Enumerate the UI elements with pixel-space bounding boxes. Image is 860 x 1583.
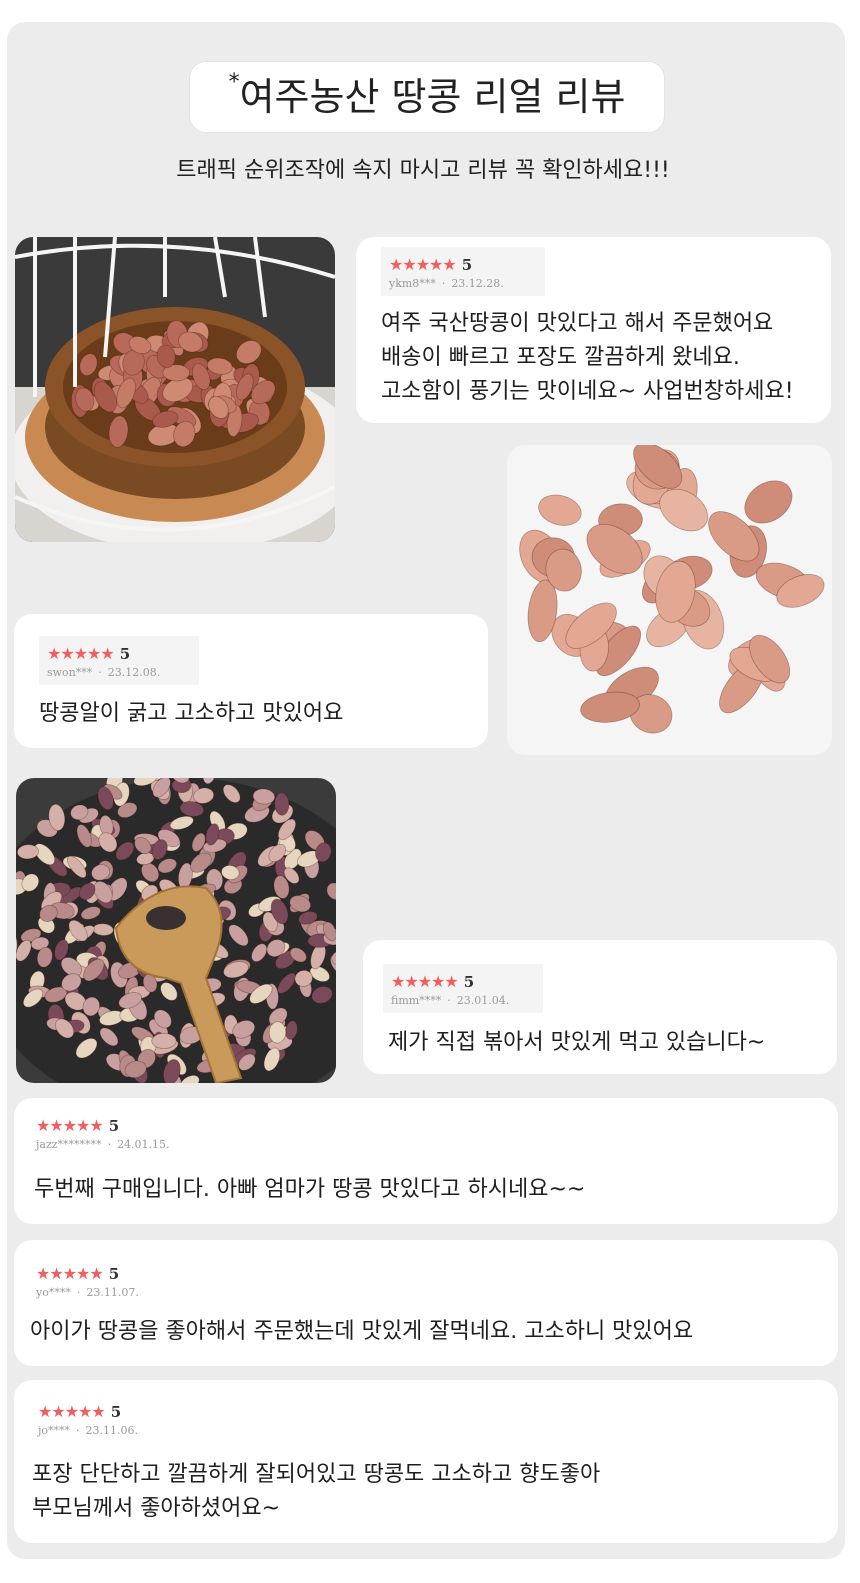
review-user: yo**** xyxy=(36,1286,71,1299)
review-date: 23.12.08. xyxy=(107,666,161,679)
page-title-box: *여주농산 땅콩 리얼 리뷰 xyxy=(190,62,664,132)
review-card: ★★★★★ 5 jazz******** · 24.01.15. 두번째 구매입니다.… xyxy=(14,1098,838,1224)
review-line: 두번째 구매입니다. 아빠 엄마가 땅콩 맛있다고 하시네요~~ xyxy=(34,1177,586,1202)
review-text: 포장 단단하고 깔끔하게 잘되어있고 땅콩도 고소하고 향도좋아 부모님께서 좋… xyxy=(32,1458,600,1526)
rating-block: ★★★★★ 5 ykm8*** · 23.12.28. xyxy=(381,247,545,296)
review-user: fimm**** xyxy=(391,994,442,1007)
raw-peanuts-white-bowl-photo xyxy=(507,445,832,755)
review-text: 제가 직접 볶아서 맛있게 먹고 있습니다~ xyxy=(388,1026,765,1060)
rating-score: 5 xyxy=(108,1117,120,1135)
review-user: swon*** xyxy=(47,666,93,679)
star-rating: ★★★★★ xyxy=(389,255,457,274)
rating-block: ★★★★★ 5 swon*** · 23.12.08. xyxy=(39,636,199,685)
review-text: 여주 국산땅콩이 맛있다고 해서 주문했어요 배송이 빠르고 포장도 깔끔하게 … xyxy=(381,307,794,409)
review-line: 여주 국산땅콩이 맛있다고 해서 주문했어요 xyxy=(381,311,774,336)
rating-score: 5 xyxy=(463,973,475,991)
review-card: ★★★★★ 5 ykm8*** · 23.12.28. 여주 국산땅콩이 맛있다고 해… xyxy=(356,237,831,423)
review-line: 아이가 땅콩을 좋아해서 주문했는데 맛있게 잘먹네요. 고소하니 맛있어요 xyxy=(30,1319,694,1344)
asterisk-mark: * xyxy=(228,70,240,95)
review-card: ★★★★★ 5 fimm**** · 23.01.04. 제가 직접 볶아서 맛있게 … xyxy=(363,940,837,1074)
page-title: 여주농산 땅콩 리얼 리뷰 xyxy=(239,75,626,119)
review-line: 땅콩알이 굵고 고소하고 맛있어요 xyxy=(39,701,344,726)
review-date: 23.12.28. xyxy=(451,277,504,290)
rating-block: ★★★★★ 5 jazz******** · 24.01.15. xyxy=(36,1116,170,1151)
review-date: 23.11.07. xyxy=(86,1286,139,1299)
rating-block: ★★★★★ 5 jo**** · 23.11.06. xyxy=(38,1402,139,1437)
review-text: 두번째 구매입니다. 아빠 엄마가 땅콩 맛있다고 하시네요~~ xyxy=(34,1173,585,1207)
review-text: 땅콩알이 굵고 고소하고 맛있어요 xyxy=(39,697,343,731)
rating-score: 5 xyxy=(461,256,473,274)
star-rating: ★★★★★ xyxy=(391,972,459,991)
review-user: jazz******** xyxy=(36,1138,102,1151)
peanut-shape xyxy=(151,1032,177,1049)
review-line: 배송이 빠르고 포장도 깔끔하게 왔네요. xyxy=(381,345,740,370)
roasting-peanuts-pan-photo xyxy=(16,778,336,1083)
star-rating: ★★★★★ xyxy=(47,644,115,663)
star-rating: ★★★★★ xyxy=(36,1116,104,1135)
review-card: ★★★★★ 5 swon*** · 23.12.08. 땅콩알이 굵고 고소하고 맛있… xyxy=(14,614,488,748)
review-date: 24.01.15. xyxy=(117,1138,170,1151)
rating-score: 5 xyxy=(108,1265,120,1283)
review-date: 23.01.04. xyxy=(456,994,510,1007)
review-card: ★★★★★ 5 yo**** · 23.11.07. 아이가 땅콩을 좋아해서 주문했… xyxy=(14,1240,838,1366)
peanut-shape xyxy=(268,1021,287,1044)
star-rating: ★★★★★ xyxy=(38,1402,106,1421)
peanut-shape xyxy=(274,792,290,816)
page-subtitle: 트래픽 순위조작에 속지 마시고 리뷰 꼭 확인하세요!!! xyxy=(176,158,670,183)
review-line: 제가 직접 볶아서 맛있게 먹고 있습니다~ xyxy=(388,1030,766,1055)
review-date: 23.11.06. xyxy=(85,1424,139,1437)
review-line: 포장 단단하고 깔끔하게 잘되어있고 땅콩도 고소하고 향도좋아 xyxy=(32,1462,601,1487)
rating-score: 5 xyxy=(110,1403,122,1421)
rating-block: ★★★★★ 5 yo**** · 23.11.07. xyxy=(36,1264,139,1299)
peanuts-in-wooden-bowl-photo xyxy=(15,237,335,542)
review-card: ★★★★★ 5 jo**** · 23.11.06. 포장 단단하고 깔끔하게 잘되어… xyxy=(14,1380,838,1543)
review-user: jo**** xyxy=(38,1424,71,1437)
star-rating: ★★★★★ xyxy=(36,1264,104,1283)
rating-block: ★★★★★ 5 fimm**** · 23.01.04. xyxy=(383,964,543,1013)
rating-score: 5 xyxy=(119,645,131,663)
review-text: 아이가 땅콩을 좋아해서 주문했는데 맛있게 잘먹네요. 고소하니 맛있어요 xyxy=(30,1315,693,1349)
review-line: 부모님께서 좋아하셨어요~ xyxy=(32,1496,281,1521)
review-line: 고소함이 풍기는 맛이네요~ 사업번창하세요! xyxy=(381,379,794,404)
review-user: ykm8*** xyxy=(389,277,436,290)
